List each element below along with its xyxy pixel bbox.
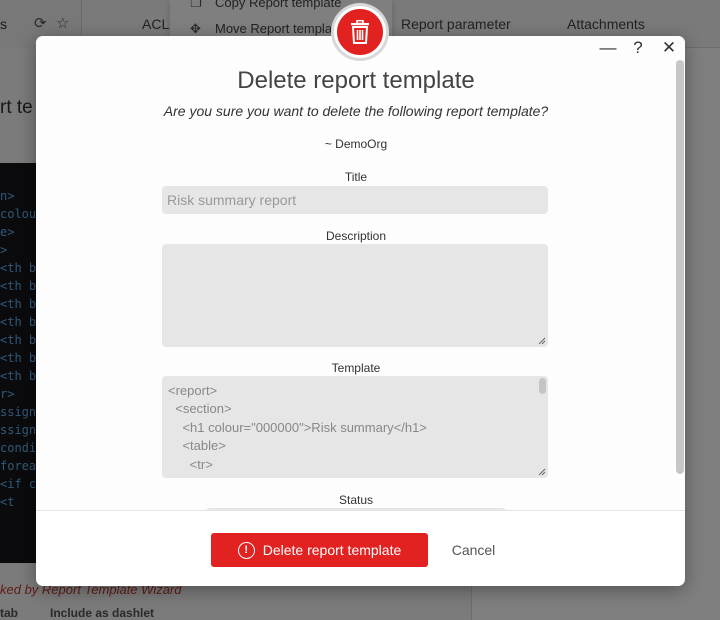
template-line: <tr>	[168, 457, 213, 472]
template-scrollbar[interactable]	[539, 378, 546, 394]
description-textarea[interactable]	[162, 244, 548, 347]
dialog-title: Delete report template	[237, 67, 475, 94]
template-line: <report>	[168, 383, 218, 398]
delete-report-dialog: — ? ✕ Delete report template Are you sur…	[36, 6, 685, 586]
resize-handle-icon[interactable]	[538, 337, 546, 345]
organisation-label: ~ DemoOrg	[324, 137, 388, 151]
trash-icon	[334, 6, 386, 58]
help-button[interactable]: ?	[627, 37, 649, 59]
close-icon: ✕	[661, 38, 677, 57]
resize-handle-icon[interactable]	[538, 468, 546, 476]
title-label: Title	[344, 170, 368, 184]
template-line: <table>	[168, 438, 226, 453]
alert-icon: !	[237, 541, 255, 559]
dialog-footer: ! Delete report template Cancel	[36, 510, 685, 586]
close-button[interactable]: ✕	[658, 37, 680, 59]
status-label: Status	[338, 493, 374, 507]
cancel-button[interactable]: Cancel	[441, 533, 506, 567]
template-line: <section>	[168, 401, 232, 416]
template-line: <h1 colour="000000">Risk summary</h1>	[168, 420, 427, 435]
dialog-scrollbar[interactable]	[676, 60, 684, 474]
description-label: Description	[325, 229, 387, 243]
help-icon: ?	[633, 38, 643, 57]
confirmation-question: Are you sure you want to delete the foll…	[163, 103, 549, 119]
delete-button-label: Delete report template	[262, 542, 402, 558]
minimize-button[interactable]: —	[597, 37, 619, 59]
dialog-body: — ? ✕ Delete report template Are you sur…	[36, 36, 685, 510]
template-label: Template	[331, 361, 381, 375]
title-input[interactable]	[162, 186, 548, 214]
template-textarea[interactable]: <report> <section> <h1 colour="000000">R…	[162, 376, 548, 478]
minimize-icon: —	[599, 38, 617, 57]
delete-report-template-button[interactable]: ! Delete report template	[211, 533, 428, 567]
